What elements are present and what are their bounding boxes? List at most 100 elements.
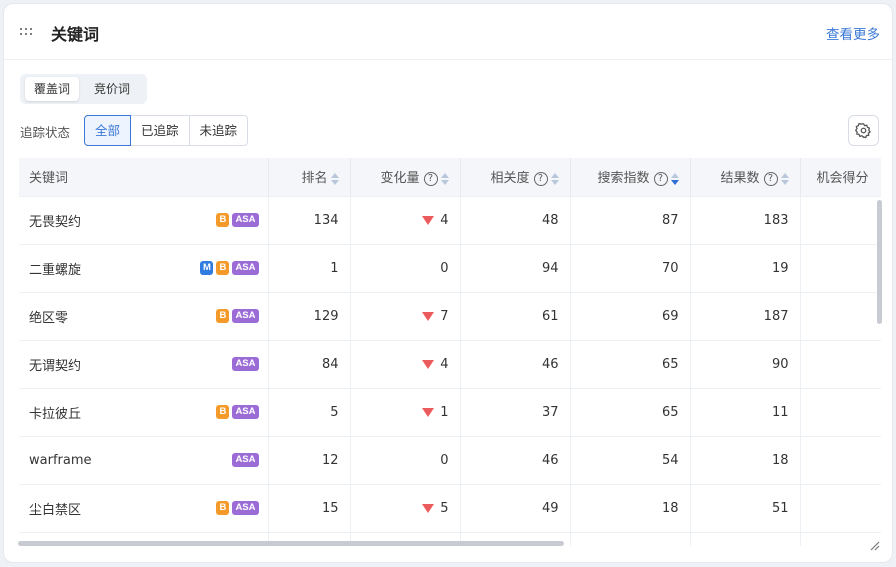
filter-all-button[interactable]: 全部: [84, 115, 132, 146]
keyword-text: 卡拉彼丘: [29, 406, 82, 422]
opportunity-score-cell: [800, 196, 881, 245]
tracking-status-filter: 全部 已追踪 未追踪: [84, 115, 249, 146]
results-cell: 19: [690, 244, 801, 293]
change-value: 4: [440, 356, 449, 372]
results-cell: 90: [690, 340, 801, 389]
keyword-badges: M B ASA: [200, 260, 259, 275]
help-icon[interactable]: ?: [423, 171, 438, 186]
column-header-relevance[interactable]: 相关度?: [460, 158, 571, 197]
opportunity-score-cell: [800, 340, 881, 389]
keyword-text: 尘白禁区: [29, 502, 82, 518]
change-value: 0: [440, 452, 449, 468]
column-header-change[interactable]: 变化量?: [350, 158, 461, 197]
change-cell: 1: [350, 388, 461, 437]
card-header: 关键词 查看更多: [4, 4, 892, 60]
drag-handle-icon[interactable]: [20, 28, 34, 36]
change-value: 7: [440, 308, 449, 324]
rank-cell: 12: [268, 436, 351, 485]
badge-asa: ASA: [232, 212, 259, 227]
tab-coverage-words[interactable]: 覆盖词: [25, 77, 79, 101]
tab-bid-words[interactable]: 竞价词: [84, 77, 140, 101]
sort-icon[interactable]: [550, 172, 559, 185]
sort-icon[interactable]: [440, 172, 449, 185]
keyword-cell[interactable]: 尘白禁区 B ASA: [19, 484, 269, 533]
badge-b: B: [216, 212, 230, 227]
keyword-text: 无谓契约: [29, 358, 82, 374]
relevance-cell: 37: [460, 388, 571, 437]
column-header-keyword: 关键词: [19, 158, 269, 197]
filter-untracked-button[interactable]: 未追踪: [188, 115, 249, 146]
opportunity-score-cell: [800, 388, 881, 437]
table-settings-button[interactable]: [848, 115, 879, 146]
opportunity-score-cell: [800, 484, 881, 533]
column-label: 机会得分: [816, 171, 869, 187]
keyword-badges: B ASA: [216, 308, 259, 323]
rank-cell: 15: [268, 484, 351, 533]
search-index-cell: 65: [570, 388, 691, 437]
badge-m: M: [200, 260, 214, 275]
help-icon[interactable]: ?: [763, 171, 778, 186]
badge-b: B: [216, 308, 230, 323]
keyword-badges: B ASA: [216, 212, 259, 227]
keyword-cell[interactable]: 二重螺旋 M B ASA: [19, 244, 269, 293]
search-index-cell: 65: [570, 340, 691, 389]
table-row[interactable]: 绝区零 B ASA 129 7 61 69 187: [19, 292, 881, 341]
table-row[interactable]: 尘白禁区 B ASA 15 5 49 18 51: [19, 484, 881, 533]
keyword-cell[interactable]: 卡拉彼丘 B ASA: [19, 388, 269, 437]
table-row[interactable]: 二重螺旋 M B ASA 1 0 94 70 19: [19, 244, 881, 293]
help-icon[interactable]: ?: [533, 171, 548, 186]
rank-cell: 5: [268, 388, 351, 437]
column-label: 变化量: [380, 171, 420, 187]
search-index-cell: 69: [570, 292, 691, 341]
rank-cell: 134: [268, 196, 351, 245]
table-header-row: 关键词 排名 变化量? 相关度? 搜索指数? 结果数? 机会得分: [19, 158, 881, 197]
change-value: 0: [440, 260, 449, 276]
badge-b: B: [216, 260, 230, 275]
change-cell: 0: [350, 244, 461, 293]
keyword-cell[interactable]: 无畏契约 B ASA: [19, 196, 269, 245]
see-more-link[interactable]: 查看更多: [826, 23, 880, 43]
rank-cell: 1: [268, 244, 351, 293]
table-row[interactable]: 无谓契约 ASA 84 4 46 65 90: [19, 340, 881, 389]
keyword-type-switch: 覆盖词 竞价词: [20, 74, 147, 104]
keyword-badges: ASA: [232, 452, 259, 467]
rank-cell: 129: [268, 292, 351, 341]
keyword-cell[interactable]: 绝区零 B ASA: [19, 292, 269, 341]
results-cell: 183: [690, 196, 801, 245]
keyword-cell[interactable]: 无谓契约 ASA: [19, 340, 269, 389]
sort-icon[interactable]: [670, 172, 679, 185]
table-row[interactable]: warframe ASA 12 0 46 54 18: [19, 436, 881, 485]
column-label: 相关度: [490, 171, 530, 187]
horizontal-scrollbar[interactable]: [18, 541, 564, 546]
opportunity-score-cell: [800, 292, 881, 341]
change-value: 4: [440, 212, 449, 228]
table-row[interactable]: 卡拉彼丘 B ASA 5 1 37 65 11: [19, 388, 881, 437]
help-icon[interactable]: ?: [653, 171, 668, 186]
resize-handle-icon[interactable]: [868, 539, 880, 551]
opportunity-score-cell: [800, 436, 881, 485]
badge-b: B: [216, 500, 230, 515]
sort-icon[interactable]: [330, 172, 339, 185]
decrease-arrow-icon: [422, 407, 435, 417]
decrease-arrow-icon: [422, 503, 435, 513]
search-index-cell: 70: [570, 244, 691, 293]
column-header-opportunity-score[interactable]: 机会得分: [800, 158, 881, 197]
column-header-rank[interactable]: 排名: [268, 158, 351, 197]
sort-icon[interactable]: [780, 172, 789, 185]
decrease-arrow-icon: [422, 359, 435, 369]
keyword-badges: B ASA: [216, 500, 259, 515]
keyword-cell[interactable]: warframe ASA: [19, 436, 269, 485]
search-index-cell: 18: [570, 484, 691, 533]
change-cell: 7: [350, 292, 461, 341]
decrease-arrow-icon: [422, 311, 435, 321]
relevance-cell: 46: [460, 340, 571, 389]
badge-asa: ASA: [232, 452, 259, 467]
keyword-text: warframe: [29, 452, 92, 468]
column-header-search-index[interactable]: 搜索指数?: [570, 158, 691, 197]
table-row[interactable]: 无畏契约 B ASA 134 4 48 87 183: [19, 196, 881, 245]
keywords-table: 关键词 排名 变化量? 相关度? 搜索指数? 结果数? 机会得分 无畏契约 B AS…: [19, 158, 881, 546]
badge-asa: ASA: [232, 356, 259, 371]
filter-tracked-button[interactable]: 已追踪: [130, 115, 190, 146]
vertical-scrollbar[interactable]: [877, 200, 882, 324]
column-header-results[interactable]: 结果数?: [690, 158, 801, 197]
